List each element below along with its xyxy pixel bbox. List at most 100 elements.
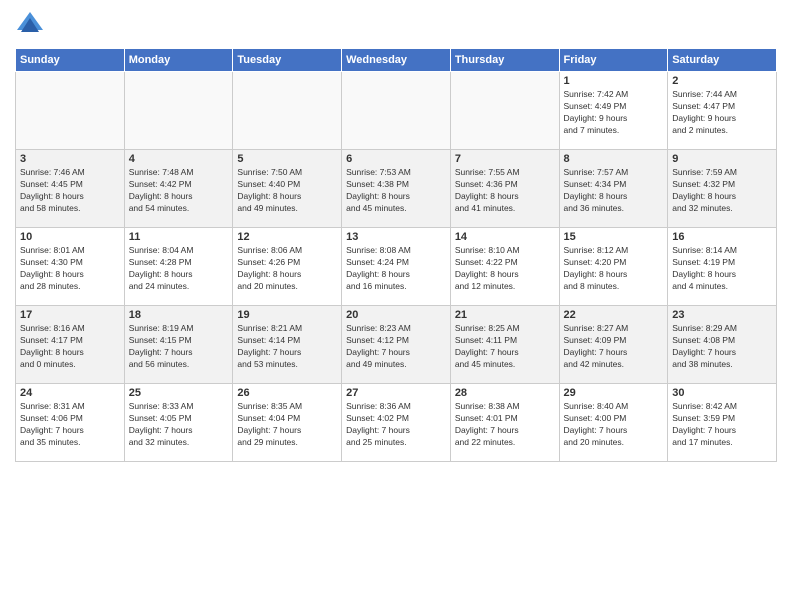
day-number: 25 [129,387,229,399]
calendar-cell: 14 Sunrise: 8:10 AM Sunset: 4:22 PM Dayli… [450,228,559,306]
calendar-header-wednesday: Wednesday [342,49,451,72]
day-number: 21 [455,309,555,321]
day-info: Sunrise: 8:38 AM Sunset: 4:01 PM Dayligh… [455,401,555,449]
day-number: 29 [564,387,664,399]
calendar-cell: 8 Sunrise: 7:57 AM Sunset: 4:34 PM Daylig… [559,150,668,228]
logo [15,10,49,40]
calendar-cell: 1 Sunrise: 7:42 AM Sunset: 4:49 PM Daylig… [559,72,668,150]
day-number: 23 [672,309,772,321]
day-number: 28 [455,387,555,399]
day-number: 27 [346,387,446,399]
day-number: 14 [455,231,555,243]
day-info: Sunrise: 8:36 AM Sunset: 4:02 PM Dayligh… [346,401,446,449]
calendar-cell: 7Sunrise: 7:55 AM Sunset: 4:36 PM Daylig… [450,150,559,228]
calendar-header-saturday: Saturday [668,49,777,72]
day-number: 16 [672,231,772,243]
day-info: Sunrise: 8:19 AM Sunset: 4:15 PM Dayligh… [129,323,229,371]
calendar-header-thursday: Thursday [450,49,559,72]
day-number: 11 [129,231,229,243]
day-info: Sunrise: 8:14 AM Sunset: 4:19 PM Dayligh… [672,245,772,293]
day-info: Sunrise: 8:42 AM Sunset: 3:59 PM Dayligh… [672,401,772,449]
calendar-cell: 13 Sunrise: 8:08 AM Sunset: 4:24 PM Dayli… [342,228,451,306]
calendar-cell: 4 Sunrise: 7:48 AM Sunset: 4:42 PM Daylig… [124,150,233,228]
calendar-header-monday: Monday [124,49,233,72]
calendar-cell: 27 Sunrise: 8:36 AM Sunset: 4:02 PM Dayli… [342,384,451,462]
day-number: 4 [129,153,229,165]
calendar-cell [233,72,342,150]
day-info: Sunrise: 8:08 AM Sunset: 4:24 PM Dayligh… [346,245,446,293]
header [15,10,777,40]
day-number: 13 [346,231,446,243]
day-info: Sunrise: 7:44 AM Sunset: 4:47 PM Dayligh… [672,89,772,137]
day-number: 1 [564,75,664,87]
day-info: Sunrise: 7:50 AM Sunset: 4:40 PM Dayligh… [237,167,337,215]
calendar-cell: 19 Sunrise: 8:21 AM Sunset: 4:14 PM Dayli… [233,306,342,384]
calendar-cell: 28 Sunrise: 8:38 AM Sunset: 4:01 PM Dayli… [450,384,559,462]
calendar-cell [342,72,451,150]
calendar-cell: 6 Sunrise: 7:53 AM Sunset: 4:38 PM Daylig… [342,150,451,228]
calendar-cell: 10Sunrise: 8:01 AM Sunset: 4:30 PM Dayli… [16,228,125,306]
day-info: Sunrise: 8:35 AM Sunset: 4:04 PM Dayligh… [237,401,337,449]
day-number: 6 [346,153,446,165]
calendar-cell: 15 Sunrise: 8:12 AM Sunset: 4:20 PM Dayli… [559,228,668,306]
calendar-header-row: SundayMondayTuesdayWednesdayThursdayFrid… [16,49,777,72]
day-info: Sunrise: 7:42 AM Sunset: 4:49 PM Dayligh… [564,89,664,137]
day-info: Sunrise: 8:10 AM Sunset: 4:22 PM Dayligh… [455,245,555,293]
calendar-cell: 3 Sunrise: 7:46 AM Sunset: 4:45 PM Daylig… [16,150,125,228]
calendar-cell: 2 Sunrise: 7:44 AM Sunset: 4:47 PM Daylig… [668,72,777,150]
page: SundayMondayTuesdayWednesdayThursdayFrid… [0,0,792,612]
calendar-week-1: 3 Sunrise: 7:46 AM Sunset: 4:45 PM Daylig… [16,150,777,228]
day-number: 24 [20,387,120,399]
calendar-cell: 12 Sunrise: 8:06 AM Sunset: 4:26 PM Dayli… [233,228,342,306]
calendar-header-friday: Friday [559,49,668,72]
calendar-cell: 26 Sunrise: 8:35 AM Sunset: 4:04 PM Dayli… [233,384,342,462]
calendar-cell: 16 Sunrise: 8:14 AM Sunset: 4:19 PM Dayli… [668,228,777,306]
calendar-cell: 9Sunrise: 7:59 AM Sunset: 4:32 PM Daylig… [668,150,777,228]
day-info: Sunrise: 7:53 AM Sunset: 4:38 PM Dayligh… [346,167,446,215]
day-number: 7 [455,153,555,165]
calendar-cell: 24 Sunrise: 8:31 AM Sunset: 4:06 PM Dayli… [16,384,125,462]
day-number: 10 [20,231,120,243]
day-info: Sunrise: 8:25 AM Sunset: 4:11 PM Dayligh… [455,323,555,371]
calendar-cell: 20 Sunrise: 8:23 AM Sunset: 4:12 PM Dayli… [342,306,451,384]
day-number: 12 [237,231,337,243]
day-number: 8 [564,153,664,165]
day-info: Sunrise: 8:06 AM Sunset: 4:26 PM Dayligh… [237,245,337,293]
day-info: Sunrise: 8:23 AM Sunset: 4:12 PM Dayligh… [346,323,446,371]
day-number: 18 [129,309,229,321]
day-info: Sunrise: 7:46 AM Sunset: 4:45 PM Dayligh… [20,167,120,215]
calendar-week-3: 17Sunrise: 8:16 AM Sunset: 4:17 PM Dayli… [16,306,777,384]
calendar-cell [16,72,125,150]
day-info: Sunrise: 8:12 AM Sunset: 4:20 PM Dayligh… [564,245,664,293]
day-number: 30 [672,387,772,399]
calendar-cell: 29 Sunrise: 8:40 AM Sunset: 4:00 PM Dayli… [559,384,668,462]
calendar-cell: 23 Sunrise: 8:29 AM Sunset: 4:08 PM Dayli… [668,306,777,384]
calendar-week-2: 10Sunrise: 8:01 AM Sunset: 4:30 PM Dayli… [16,228,777,306]
day-info: Sunrise: 7:59 AM Sunset: 4:32 PM Dayligh… [672,167,772,215]
logo-icon [15,10,45,40]
calendar-header-tuesday: Tuesday [233,49,342,72]
day-info: Sunrise: 8:29 AM Sunset: 4:08 PM Dayligh… [672,323,772,371]
calendar-cell: 18 Sunrise: 8:19 AM Sunset: 4:15 PM Dayli… [124,306,233,384]
day-number: 26 [237,387,337,399]
day-info: Sunrise: 7:48 AM Sunset: 4:42 PM Dayligh… [129,167,229,215]
day-info: Sunrise: 8:33 AM Sunset: 4:05 PM Dayligh… [129,401,229,449]
day-info: Sunrise: 8:31 AM Sunset: 4:06 PM Dayligh… [20,401,120,449]
calendar-cell: 21 Sunrise: 8:25 AM Sunset: 4:11 PM Dayli… [450,306,559,384]
day-number: 2 [672,75,772,87]
day-number: 19 [237,309,337,321]
calendar-cell: 30 Sunrise: 8:42 AM Sunset: 3:59 PM Dayli… [668,384,777,462]
day-number: 3 [20,153,120,165]
calendar-cell [124,72,233,150]
day-info: Sunrise: 8:40 AM Sunset: 4:00 PM Dayligh… [564,401,664,449]
calendar-cell: 5 Sunrise: 7:50 AM Sunset: 4:40 PM Daylig… [233,150,342,228]
day-number: 20 [346,309,446,321]
day-number: 22 [564,309,664,321]
day-number: 15 [564,231,664,243]
day-info: Sunrise: 7:57 AM Sunset: 4:34 PM Dayligh… [564,167,664,215]
calendar-cell: 11Sunrise: 8:04 AM Sunset: 4:28 PM Dayli… [124,228,233,306]
day-info: Sunrise: 8:16 AM Sunset: 4:17 PM Dayligh… [20,323,120,371]
day-number: 5 [237,153,337,165]
calendar-cell: 22Sunrise: 8:27 AM Sunset: 4:09 PM Dayli… [559,306,668,384]
day-info: Sunrise: 8:21 AM Sunset: 4:14 PM Dayligh… [237,323,337,371]
